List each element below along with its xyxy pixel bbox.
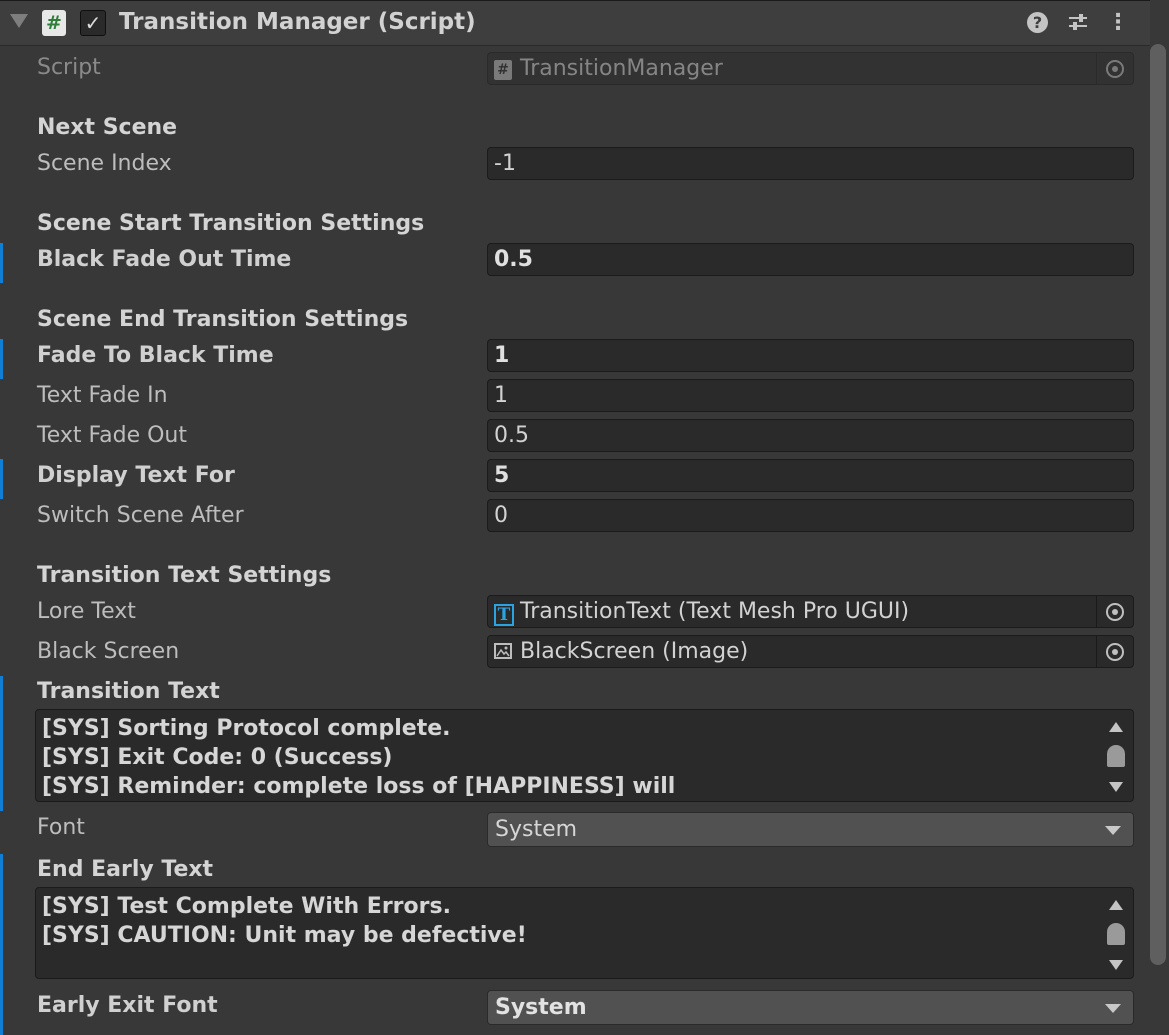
early-exit-font-value: System — [495, 995, 587, 1020]
override-indicator — [0, 988, 3, 1035]
end-early-text-content[interactable]: [SYS] Test Complete With Errors. [SYS] C… — [42, 892, 527, 950]
scene-end-heading: Scene End Transition Settings — [37, 307, 409, 332]
text-fade-in-field[interactable]: 1 — [487, 379, 1134, 412]
text-fade-in-label[interactable]: Text Fade In — [37, 383, 168, 408]
text-line: [SYS] Sorting Protocol complete. — [42, 716, 451, 741]
black-screen-value: BlackScreen (Image) — [520, 639, 749, 664]
end-early-text-label: End Early Text — [37, 857, 214, 882]
font-value: System — [495, 817, 578, 842]
lore-text-field[interactable]: T TransitionText (Text Mesh Pro UGUI) — [487, 595, 1134, 628]
object-picker-icon[interactable] — [1096, 596, 1133, 627]
transition-text-content[interactable]: [SYS] Sorting Protocol complete. [SYS] E… — [42, 714, 675, 801]
scroll-up-icon[interactable] — [1109, 900, 1123, 910]
scroll-down-icon[interactable] — [1109, 960, 1123, 970]
script-value: TransitionManager — [520, 56, 723, 81]
override-indicator — [0, 459, 3, 499]
text-fade-out-label[interactable]: Text Fade Out — [37, 423, 187, 448]
transition-text-area[interactable]: [SYS] Sorting Protocol complete. [SYS] E… — [35, 709, 1134, 802]
dropdown-arrow-icon — [1105, 826, 1121, 835]
text-line: [SYS] Exit Code: 0 (Success) — [42, 745, 393, 770]
component-header: # ✓ Transition Manager (Script) ? ⋮ — [0, 0, 1150, 46]
text-line: [SYS] Test Complete With Errors. — [42, 894, 451, 919]
black-fade-out-time-label[interactable]: Black Fade Out Time — [37, 247, 291, 272]
lore-text-value: TransitionText (Text Mesh Pro UGUI) — [520, 599, 910, 624]
next-scene-heading: Next Scene — [37, 115, 178, 140]
black-screen-field[interactable]: BlackScreen (Image) — [487, 635, 1134, 668]
presets-icon[interactable] — [1067, 11, 1089, 33]
scene-start-heading: Scene Start Transition Settings — [37, 211, 425, 236]
scene-index-label[interactable]: Scene Index — [37, 151, 172, 176]
textarea-scroll-thumb[interactable] — [1107, 745, 1125, 767]
cs-script-icon: # — [494, 60, 512, 80]
text-fade-out-field[interactable]: 0.5 — [487, 419, 1134, 452]
black-screen-label[interactable]: Black Screen — [37, 639, 179, 664]
font-dropdown[interactable]: System — [487, 812, 1134, 847]
switch-scene-after-field[interactable]: 0 — [487, 499, 1134, 532]
textarea-scrollbar[interactable] — [1105, 896, 1127, 972]
fade-to-black-time-field[interactable]: 1 — [487, 339, 1134, 372]
scene-index-field[interactable]: -1 — [487, 147, 1134, 180]
script-label: Script — [37, 55, 101, 80]
foldout-arrow-icon[interactable] — [10, 14, 28, 28]
override-indicator — [0, 243, 3, 283]
scroll-down-icon[interactable] — [1109, 782, 1123, 792]
transition-text-label: Transition Text — [37, 679, 220, 704]
fade-to-black-time-label[interactable]: Fade To Black Time — [37, 343, 274, 368]
early-exit-font-label[interactable]: Early Exit Font — [37, 993, 218, 1018]
display-text-for-label[interactable]: Display Text For — [37, 463, 235, 488]
dropdown-arrow-icon — [1105, 1004, 1121, 1013]
help-icon[interactable]: ? — [1027, 12, 1048, 33]
text-line: [SYS] Reminder: complete loss of [HAPPIN… — [42, 774, 676, 799]
object-picker-icon[interactable] — [1096, 636, 1133, 667]
text-settings-heading: Transition Text Settings — [37, 563, 332, 588]
component-enabled-checkbox[interactable]: ✓ — [80, 10, 106, 36]
end-early-text-area[interactable]: [SYS] Test Complete With Errors. [SYS] C… — [35, 887, 1134, 979]
textarea-scroll-thumb[interactable] — [1107, 923, 1125, 945]
switch-scene-after-label[interactable]: Switch Scene After — [37, 503, 244, 528]
text-line: [SYS] CAUTION: Unit may be defective! — [42, 923, 527, 948]
object-picker-icon — [1096, 53, 1133, 84]
override-indicator — [0, 854, 3, 990]
black-fade-out-time-field[interactable]: 0.5 — [487, 243, 1134, 276]
textmeshpro-icon: T — [494, 604, 514, 626]
component-title[interactable]: Transition Manager (Script) — [119, 9, 476, 35]
override-indicator — [0, 676, 3, 811]
early-exit-font-dropdown[interactable]: System — [487, 990, 1134, 1025]
script-field: # TransitionManager — [487, 52, 1134, 85]
script-icon: # — [42, 10, 66, 36]
override-indicator — [0, 339, 3, 379]
textarea-scrollbar[interactable] — [1105, 718, 1127, 794]
image-icon — [494, 643, 512, 659]
inspector-scrollbar-thumb[interactable] — [1150, 44, 1166, 965]
lore-text-label[interactable]: Lore Text — [37, 599, 136, 624]
display-text-for-field[interactable]: 5 — [487, 459, 1134, 492]
scroll-up-icon[interactable] — [1109, 722, 1123, 732]
context-menu-icon[interactable]: ⋮ — [1107, 9, 1129, 37]
font-label[interactable]: Font — [37, 815, 85, 840]
